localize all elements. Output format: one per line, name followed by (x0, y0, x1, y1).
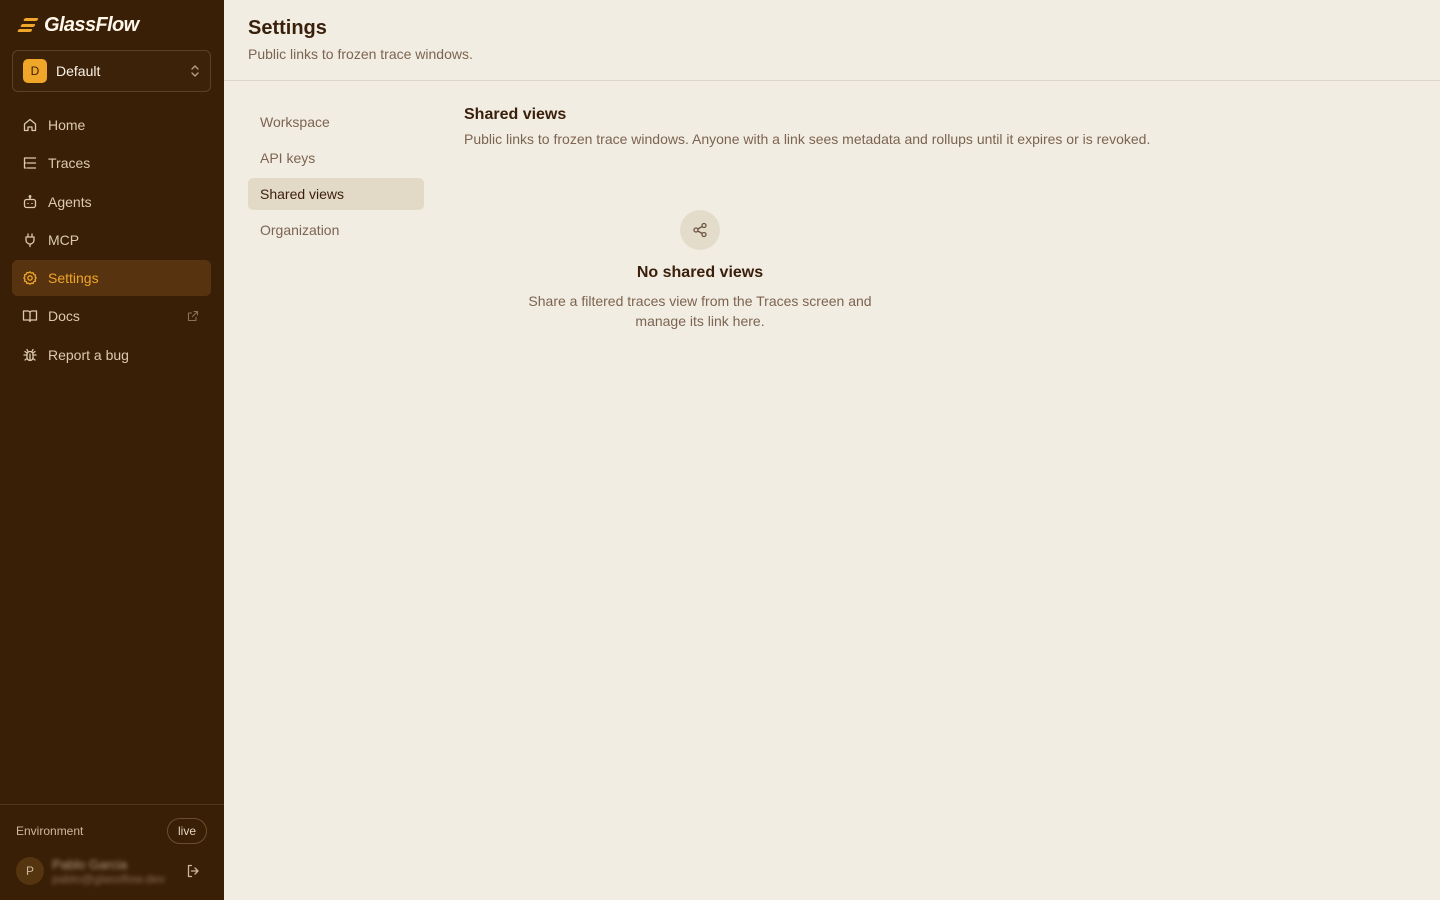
bug-icon (23, 348, 37, 361)
sidebar-footer: Environment live P Pablo Garcia pablo@gl… (0, 804, 224, 900)
gear-icon (23, 271, 37, 286)
workspace-badge: D (23, 59, 47, 83)
sidebar-item-label: Agents (48, 193, 92, 210)
app-logo[interactable]: GlassFlow (17, 13, 139, 37)
sidebar-item-report-bug[interactable]: Report a bug (12, 337, 211, 373)
environment-row: Environment live (16, 818, 207, 844)
list-tree-icon (23, 157, 37, 169)
sidebar: GlassFlow D Default Home Traces Agents M… (0, 0, 224, 900)
bot-icon (23, 194, 37, 208)
sidebar-item-agents[interactable]: Agents (12, 184, 211, 220)
sidebar-item-label: Traces (48, 155, 91, 172)
sidebar-item-label: Report a bug (48, 346, 129, 363)
user-name: Pablo Garcia (52, 856, 128, 872)
empty-state: No shared views Share a filtered traces … (460, 210, 940, 331)
workspace-name: Default (56, 63, 101, 79)
page-title: Settings (248, 17, 327, 39)
page-header: Settings Public links to frozen trace wi… (224, 0, 1440, 81)
app-name: GlassFlow (44, 13, 139, 36)
settings-tab-organization[interactable]: Organization (248, 214, 424, 246)
workspace-switcher[interactable]: D Default (12, 50, 211, 92)
environment-badge[interactable]: live (166, 818, 207, 844)
sidebar-item-docs[interactable]: Docs (12, 298, 211, 334)
page-subtitle: Public links to frozen trace windows. (248, 46, 473, 62)
sidebar-item-label: Settings (48, 270, 99, 287)
environment-label: Environment (16, 824, 84, 838)
sidebar-item-label: Home (48, 117, 86, 133)
user-email: pablo@glassflow.dev (52, 871, 165, 886)
plug-icon (25, 233, 35, 248)
settings-subnav: Workspace API keys Shared views Organiza… (248, 106, 424, 250)
sidebar-item-settings[interactable]: Settings (12, 260, 211, 297)
sidebar-item-traces[interactable]: Traces (12, 145, 211, 181)
avatar[interactable]: P (16, 857, 44, 885)
sidebar-nav: Home Traces Agents MCP Settings Docs Rep… (12, 107, 211, 375)
chevron-up-down-icon (191, 65, 199, 77)
glassflow-logo-icon (17, 17, 40, 33)
section-title: Shared views (464, 106, 567, 123)
sidebar-item-label: Docs (48, 308, 80, 325)
share-icon (680, 210, 720, 250)
shared-views-section: Shared views Public links to frozen trac… (464, 106, 1404, 147)
user-profile: P Pablo Garcia pablo@glassflow.dev (16, 855, 207, 887)
home-icon (23, 118, 37, 132)
book-icon (22, 310, 38, 323)
user-info: Pablo Garcia pablo@glassflow.dev (52, 857, 168, 886)
settings-tab-api-keys[interactable]: API keys (248, 142, 424, 174)
external-link-icon (187, 311, 199, 322)
settings-tab-workspace[interactable]: Workspace (248, 106, 424, 138)
logout-icon[interactable] (185, 863, 201, 879)
section-description: Public links to frozen trace windows. An… (464, 131, 1151, 147)
sidebar-item-mcp[interactable]: MCP (12, 222, 211, 258)
sidebar-item-home[interactable]: Home (12, 107, 211, 143)
main-content: Settings Public links to frozen trace wi… (224, 0, 1440, 900)
empty-state-title: No shared views (636, 264, 764, 281)
empty-state-description: Share a filtered traces view from the Tr… (528, 293, 872, 329)
settings-tab-shared-views[interactable]: Shared views (248, 178, 424, 210)
sidebar-item-label: MCP (48, 231, 80, 248)
